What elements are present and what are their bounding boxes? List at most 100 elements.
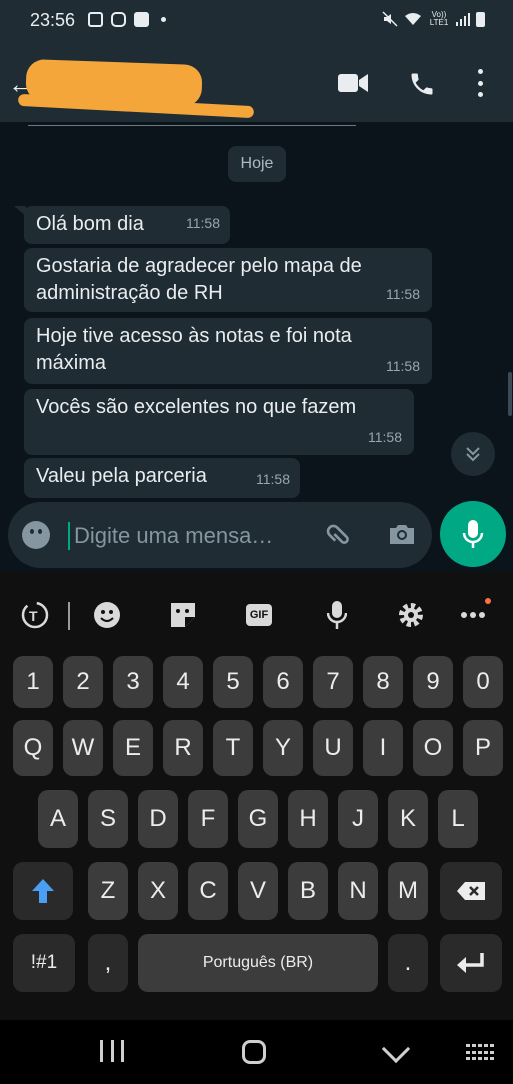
message-time: 11:58 [256, 471, 290, 487]
message-bubble[interactable]: Vocês são excelentes no que fazem 11:58 [24, 389, 414, 455]
key-f[interactable]: F [188, 790, 228, 848]
message-text: Vocês são excelentes no que fazem [36, 396, 357, 418]
message-composer [8, 502, 432, 568]
key-u[interactable]: U [313, 720, 353, 776]
key-z[interactable]: Z [88, 862, 128, 920]
key-i[interactable]: I [363, 720, 403, 776]
emoji-keyboard-icon[interactable] [92, 600, 122, 630]
key-2[interactable]: 2 [63, 656, 103, 708]
key-d[interactable]: D [138, 790, 178, 848]
svg-text:T: T [29, 608, 38, 624]
period-key[interactable]: . [388, 934, 428, 992]
key-q[interactable]: Q [13, 720, 53, 776]
key-t[interactable]: T [213, 720, 253, 776]
shift-arrow-icon [32, 879, 54, 903]
more-vert-icon[interactable] [476, 69, 484, 97]
mute-icon [382, 11, 398, 27]
key-s[interactable]: S [88, 790, 128, 848]
key-1[interactable]: 1 [13, 656, 53, 708]
chat-header: ← [0, 42, 513, 122]
more-horiz-icon[interactable] [458, 600, 488, 630]
key-e[interactable]: E [113, 720, 153, 776]
key-k[interactable]: K [388, 790, 428, 848]
key-y[interactable]: Y [263, 720, 303, 776]
translate-icon[interactable]: T [20, 600, 50, 630]
battery-icon [476, 11, 485, 27]
signal-strength-icon [456, 12, 470, 26]
message-text: Hoje tive acesso às notas e foi nota máx… [36, 325, 352, 374]
key-x[interactable]: X [138, 862, 178, 920]
key-8[interactable]: 8 [363, 656, 403, 708]
notification-dot [485, 598, 491, 604]
soft-keyboard: T GIF 1 2 3 4 5 6 7 8 9 0 Q W E R T Y U … [0, 572, 513, 1020]
wifi-icon [405, 13, 421, 25]
key-b[interactable]: B [288, 862, 328, 920]
voice-message-button[interactable] [440, 501, 506, 567]
key-c[interactable]: C [188, 862, 228, 920]
symbols-key[interactable]: !#1 [13, 934, 75, 992]
message-time: 11:58 [386, 286, 420, 302]
key-0[interactable]: 0 [463, 656, 503, 708]
gif-icon[interactable]: GIF [246, 604, 272, 626]
toolbar-divider [68, 602, 70, 630]
attach-icon[interactable] [317, 513, 362, 558]
status-time: 23:56 [30, 10, 76, 30]
recent-apps-icon[interactable] [100, 1040, 124, 1062]
key-m[interactable]: M [388, 862, 428, 920]
system-navigation-bar [0, 1020, 513, 1084]
emoji-icon[interactable] [22, 521, 50, 549]
enter-key[interactable] [440, 934, 502, 992]
key-l[interactable]: L [438, 790, 478, 848]
message-time: 11:58 [386, 358, 420, 374]
system-status-icons: Vo)) LTE1 [382, 11, 485, 27]
key-7[interactable]: 7 [313, 656, 353, 708]
key-r[interactable]: R [163, 720, 203, 776]
comma-key[interactable]: , [88, 934, 128, 992]
key-4[interactable]: 4 [163, 656, 203, 708]
message-bubble[interactable]: Hoje tive acesso às notas e foi nota máx… [24, 318, 432, 384]
message-bubble[interactable]: Olá bom dia 11:58 [24, 206, 230, 244]
date-chip: Hoje [228, 146, 286, 182]
status-bar: 23:56 Vo)) LTE1 [0, 0, 513, 42]
key-3[interactable]: 3 [113, 656, 153, 708]
key-w[interactable]: W [63, 720, 103, 776]
double-chevron-down-icon [466, 447, 480, 462]
video-call-icon[interactable] [338, 72, 368, 94]
key-g[interactable]: G [238, 790, 278, 848]
key-a[interactable]: A [38, 790, 78, 848]
key-o[interactable]: O [413, 720, 453, 776]
message-bubble[interactable]: Gostaria de agradecer pelo mapa de admin… [24, 248, 432, 312]
key-j[interactable]: J [338, 790, 378, 848]
facebook-notification-icon [134, 12, 149, 27]
settings-gear-icon[interactable] [396, 600, 426, 630]
backspace-key[interactable] [440, 862, 502, 920]
message-bubble[interactable]: Valeu pela parceria 11:58 [24, 458, 300, 498]
shift-key[interactable] [13, 862, 73, 920]
hide-keyboard-chevron-icon[interactable] [381, 1034, 411, 1064]
message-input[interactable] [74, 520, 320, 552]
key-5[interactable]: 5 [213, 656, 253, 708]
message-time: 11:58 [368, 429, 402, 445]
message-time: 11:58 [186, 215, 220, 231]
previous-message-edge [28, 122, 356, 126]
space-key[interactable]: Português (BR) [138, 934, 378, 992]
key-6[interactable]: 6 [263, 656, 303, 708]
sticker-icon[interactable] [168, 600, 198, 630]
key-v[interactable]: V [238, 862, 278, 920]
voice-input-icon[interactable] [322, 600, 352, 630]
phone-call-icon[interactable] [408, 70, 436, 98]
key-9[interactable]: 9 [413, 656, 453, 708]
camera-icon[interactable] [388, 523, 416, 545]
instagram-notification-icon [111, 12, 126, 27]
more-notifications-dot-icon [161, 17, 166, 22]
key-n[interactable]: N [338, 862, 378, 920]
notification-icons [88, 12, 166, 27]
scroll-to-bottom-button[interactable] [451, 432, 495, 476]
scrollbar[interactable] [508, 372, 512, 416]
keyboard-switch-icon[interactable] [466, 1044, 494, 1062]
key-h[interactable]: H [288, 790, 328, 848]
keyboard-toolbar: T GIF [0, 572, 513, 652]
text-caret [68, 522, 70, 550]
key-p[interactable]: P [463, 720, 503, 776]
home-icon[interactable] [242, 1040, 266, 1064]
